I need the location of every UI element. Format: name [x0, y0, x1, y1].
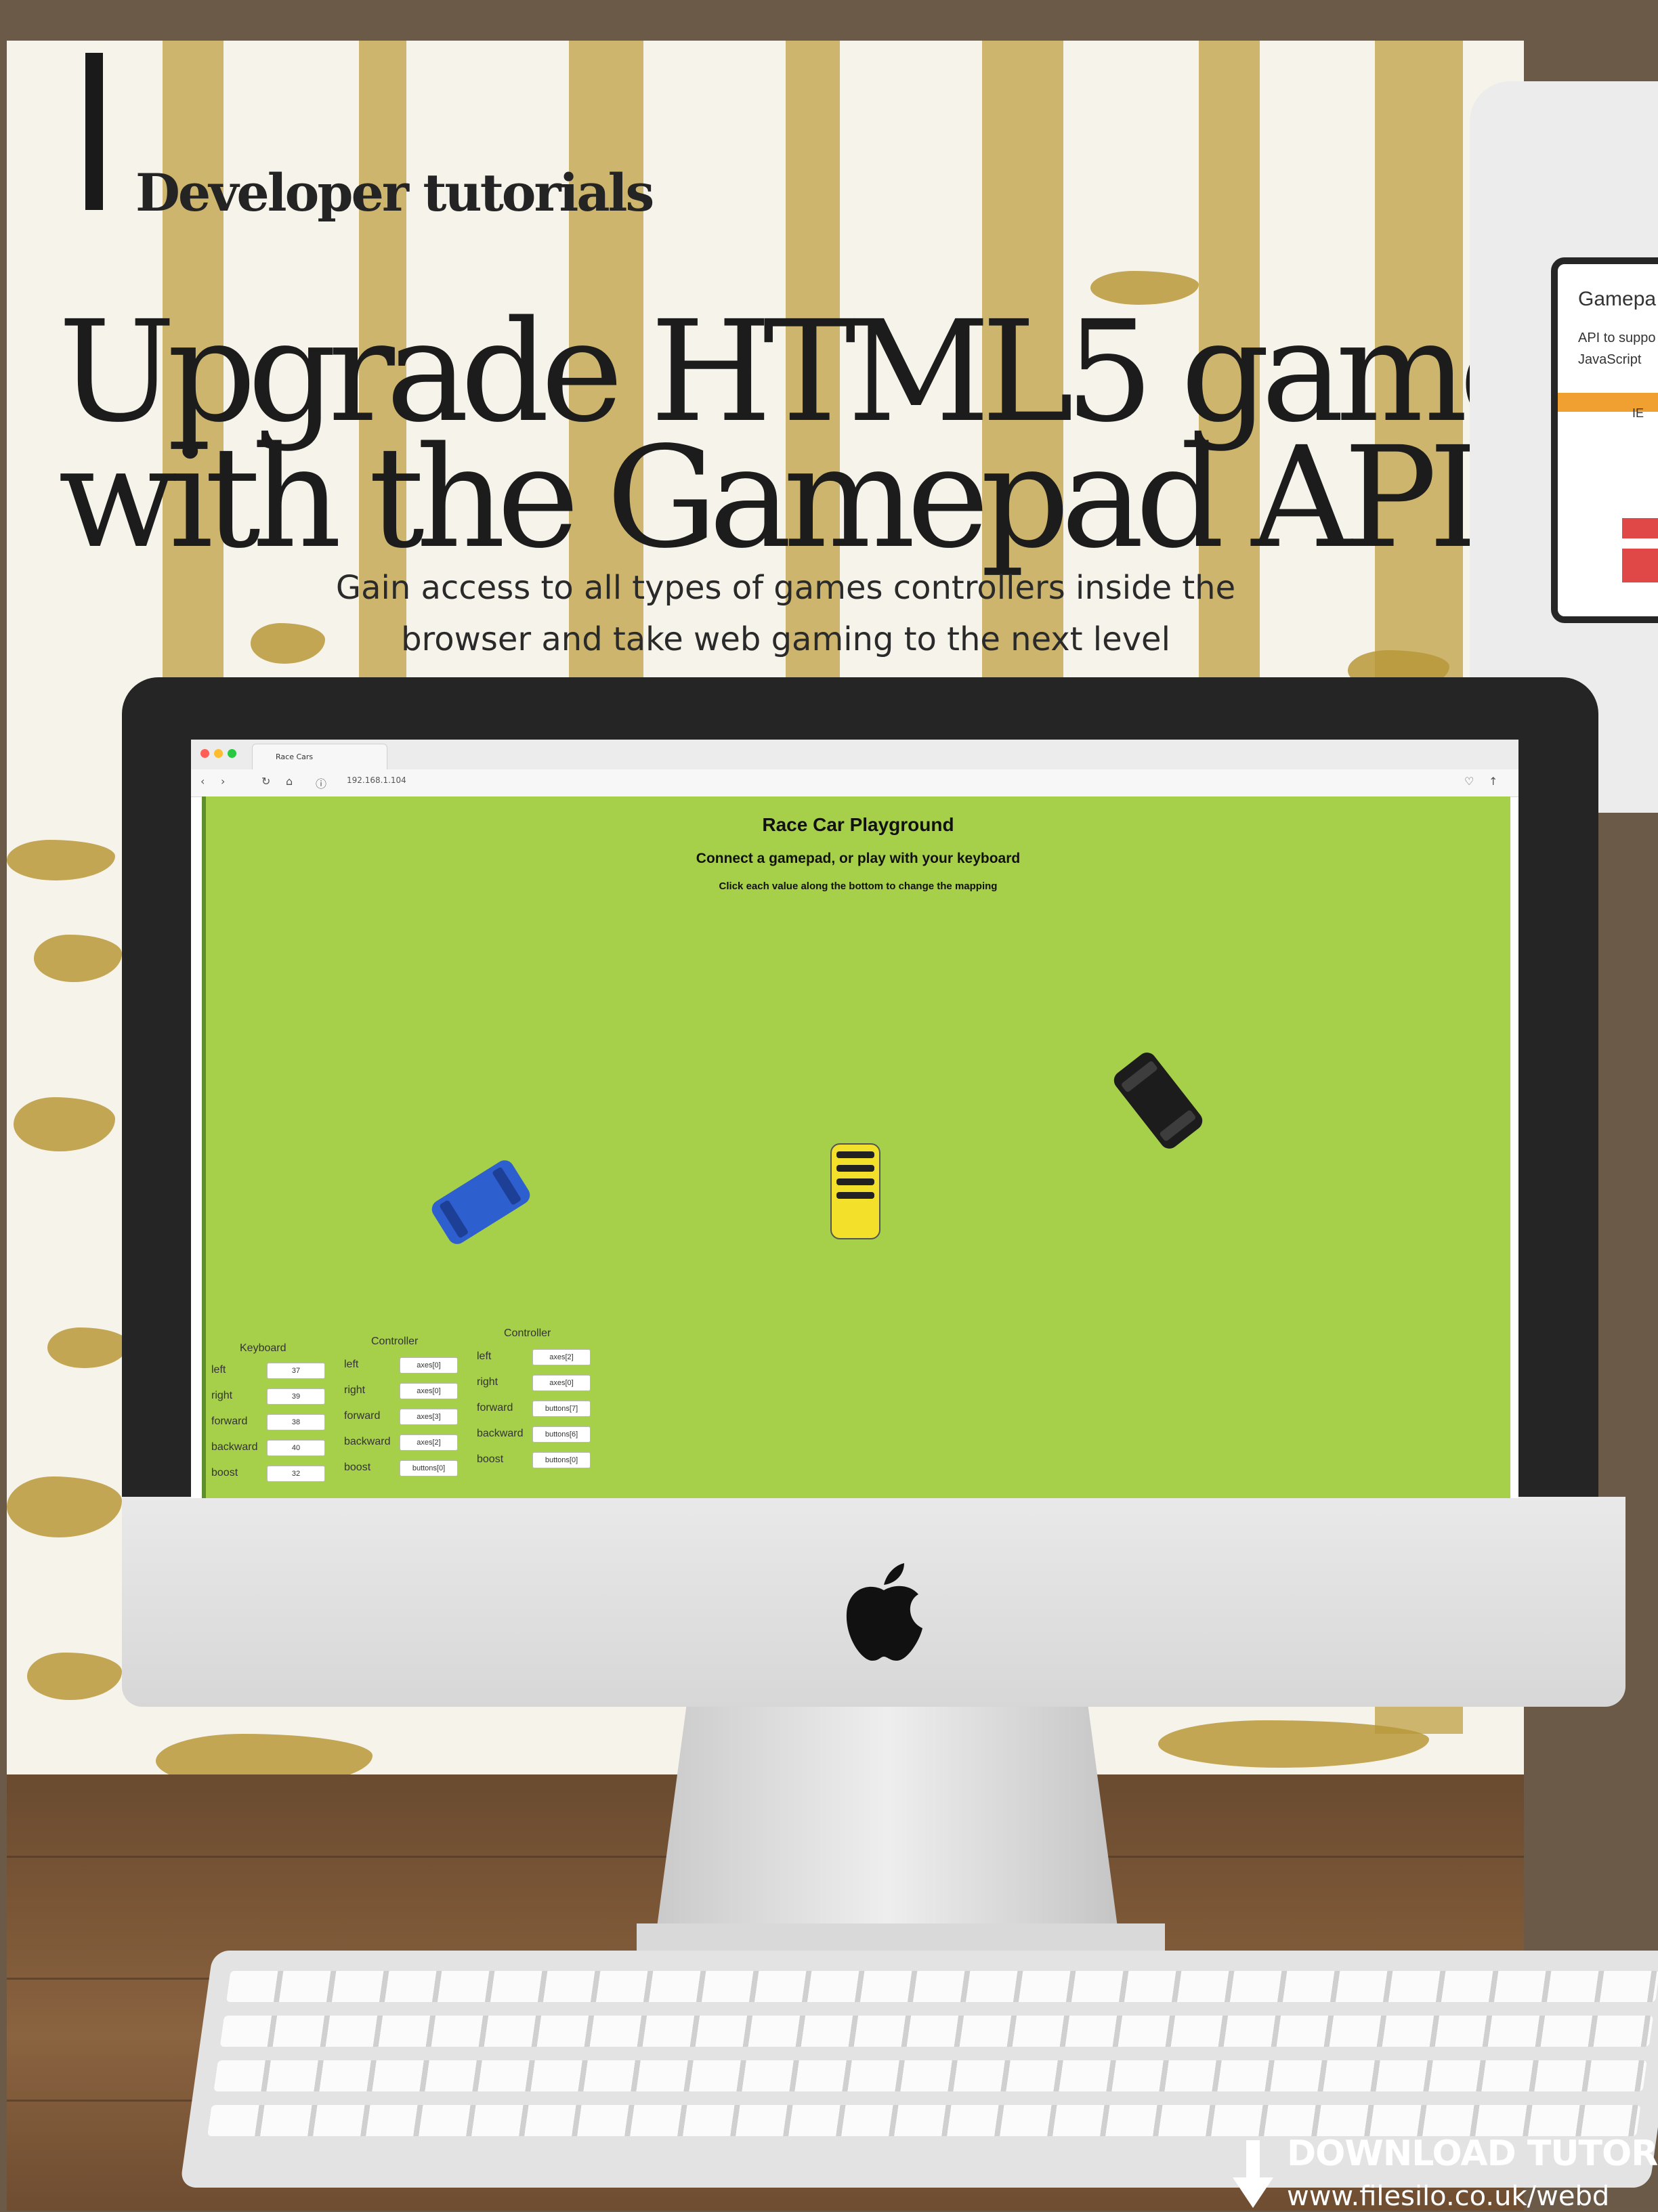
next-page-text: JavaScript [1578, 352, 1642, 367]
mapping-input[interactable]: 32 [267, 1466, 325, 1482]
mapping-input[interactable]: 37 [267, 1363, 325, 1379]
apple-logo-icon [846, 1563, 922, 1661]
next-page-text: API to suppo [1578, 331, 1656, 345]
mapping-input[interactable]: buttons[0] [400, 1460, 458, 1476]
bark-blot [7, 840, 115, 880]
bark-blot [14, 1097, 115, 1151]
bark-blot [1158, 1720, 1429, 1768]
mapping-input[interactable]: axes[0] [532, 1375, 591, 1391]
browser-tab[interactable]: Race Cars [252, 744, 387, 769]
next-page-ie-label: IE [1632, 406, 1644, 420]
keyboard-key-row [226, 1971, 1658, 2002]
car-stripe [836, 1178, 874, 1185]
mapping-input[interactable]: axes[2] [400, 1434, 458, 1451]
headline: Upgrade HTML5 games with the Gamepad API [58, 302, 1604, 579]
mapping-label: left [344, 1359, 359, 1370]
car-windshield [1120, 1060, 1158, 1093]
share-icon[interactable]: ↑ [1489, 775, 1497, 788]
mapping-input[interactable]: axes[3] [400, 1409, 458, 1425]
mapping-label: backward [344, 1436, 391, 1447]
section-bar-mark [85, 53, 103, 210]
browser-tab-bar: Race Cars [191, 740, 1518, 770]
reload-icon[interactable]: ↻ [261, 775, 270, 788]
mapping-label: right [477, 1376, 498, 1388]
mapping-label: forward [344, 1410, 381, 1422]
panel-title: Controller [504, 1327, 551, 1339]
game-canvas[interactable]: Race Car Playground Connect a gamepad, o… [202, 796, 1510, 1498]
panel-title: Keyboard [240, 1342, 286, 1354]
car-stripe [836, 1165, 874, 1172]
back-icon[interactable]: ‹ [200, 775, 205, 788]
next-page-red-block [1622, 549, 1658, 582]
address-bar[interactable]: 192.168.1.104 [347, 775, 406, 785]
yellow-car [830, 1143, 880, 1239]
mapping-label: forward [477, 1402, 513, 1413]
car-windshield [492, 1166, 522, 1206]
mapping-label: boost [477, 1453, 504, 1465]
bark-blot [7, 1476, 122, 1537]
mapping-input[interactable]: axes[2] [532, 1349, 591, 1365]
mapping-input[interactable]: buttons[6] [532, 1426, 591, 1443]
minimize-window-icon[interactable] [214, 749, 223, 758]
next-page-red-block [1622, 518, 1658, 538]
keyboard-key-row [219, 2016, 1654, 2047]
download-url: www.filesilo.co.uk/webd [1287, 2181, 1610, 2212]
mapping-input[interactable]: 40 [267, 1440, 325, 1456]
standfirst: Gain access to all types of games contro… [284, 562, 1287, 665]
game-title: Race Car Playground [762, 814, 954, 835]
blue-car [428, 1156, 534, 1248]
mapping-input[interactable]: buttons[0] [532, 1452, 591, 1468]
game-subtitle: Connect a gamepad, or play with your key… [696, 851, 1021, 866]
mapping-input[interactable]: 39 [267, 1388, 325, 1405]
section-label: Developer tutorials [135, 163, 654, 223]
standfirst-line-2: browser and take web gaming to the next … [401, 620, 1170, 658]
bark-blot [47, 1327, 129, 1368]
black-car [1110, 1048, 1206, 1153]
mapping-label: backward [211, 1441, 258, 1453]
zoom-window-icon[interactable] [228, 749, 236, 758]
mapping-input[interactable]: 38 [267, 1414, 325, 1430]
car-stripe [836, 1151, 874, 1158]
mapping-label: right [344, 1384, 366, 1396]
close-window-icon[interactable] [200, 749, 209, 758]
bookmark-icon[interactable]: ♡ [1464, 775, 1474, 788]
browser-nav-bar: ‹ › ↻ ⌂ ⓘ 192.168.1.104 ♡ ↑ [191, 769, 1518, 797]
mapping-label: boost [344, 1462, 371, 1473]
mapping-label: backward [477, 1428, 524, 1439]
info-icon: ⓘ [316, 778, 327, 790]
mapping-label: left [211, 1364, 226, 1376]
keyboard-key-row [213, 2060, 1647, 2091]
bark-blot [34, 935, 122, 982]
home-icon[interactable]: ⌂ [286, 775, 293, 788]
mapping-input[interactable]: buttons[7] [532, 1401, 591, 1417]
mapping-input[interactable]: axes[0] [400, 1383, 458, 1399]
car-rear-window [439, 1199, 469, 1239]
mapping-label: left [477, 1350, 492, 1362]
standfirst-line-1: Gain access to all types of games contro… [335, 569, 1236, 607]
mapping-label: forward [211, 1416, 248, 1427]
mapping-label: boost [211, 1467, 238, 1479]
panel-title: Controller [371, 1336, 419, 1347]
headline-line-2: with the Gamepad API [58, 417, 1483, 579]
keyboard-key-row [207, 2105, 1641, 2136]
next-page-title: Gamepa [1578, 288, 1657, 310]
browser-window: Race Cars ‹ › ↻ ⌂ ⓘ 192.168.1.104 ♡ ↑ Ra… [191, 740, 1518, 1498]
car-rear-window [1159, 1109, 1197, 1143]
bark-blot [27, 1653, 122, 1700]
forward-icon[interactable]: › [221, 775, 225, 788]
download-tutorial-label: DOWNLOAD TUTORIAL [1287, 2133, 1658, 2174]
car-stripe [836, 1192, 874, 1199]
download-arrow-icon [1233, 2140, 1273, 2208]
mapping-label: right [211, 1390, 233, 1401]
game-hint: Click each value along the bottom to cha… [719, 880, 998, 892]
mapping-input[interactable]: axes[0] [400, 1357, 458, 1374]
